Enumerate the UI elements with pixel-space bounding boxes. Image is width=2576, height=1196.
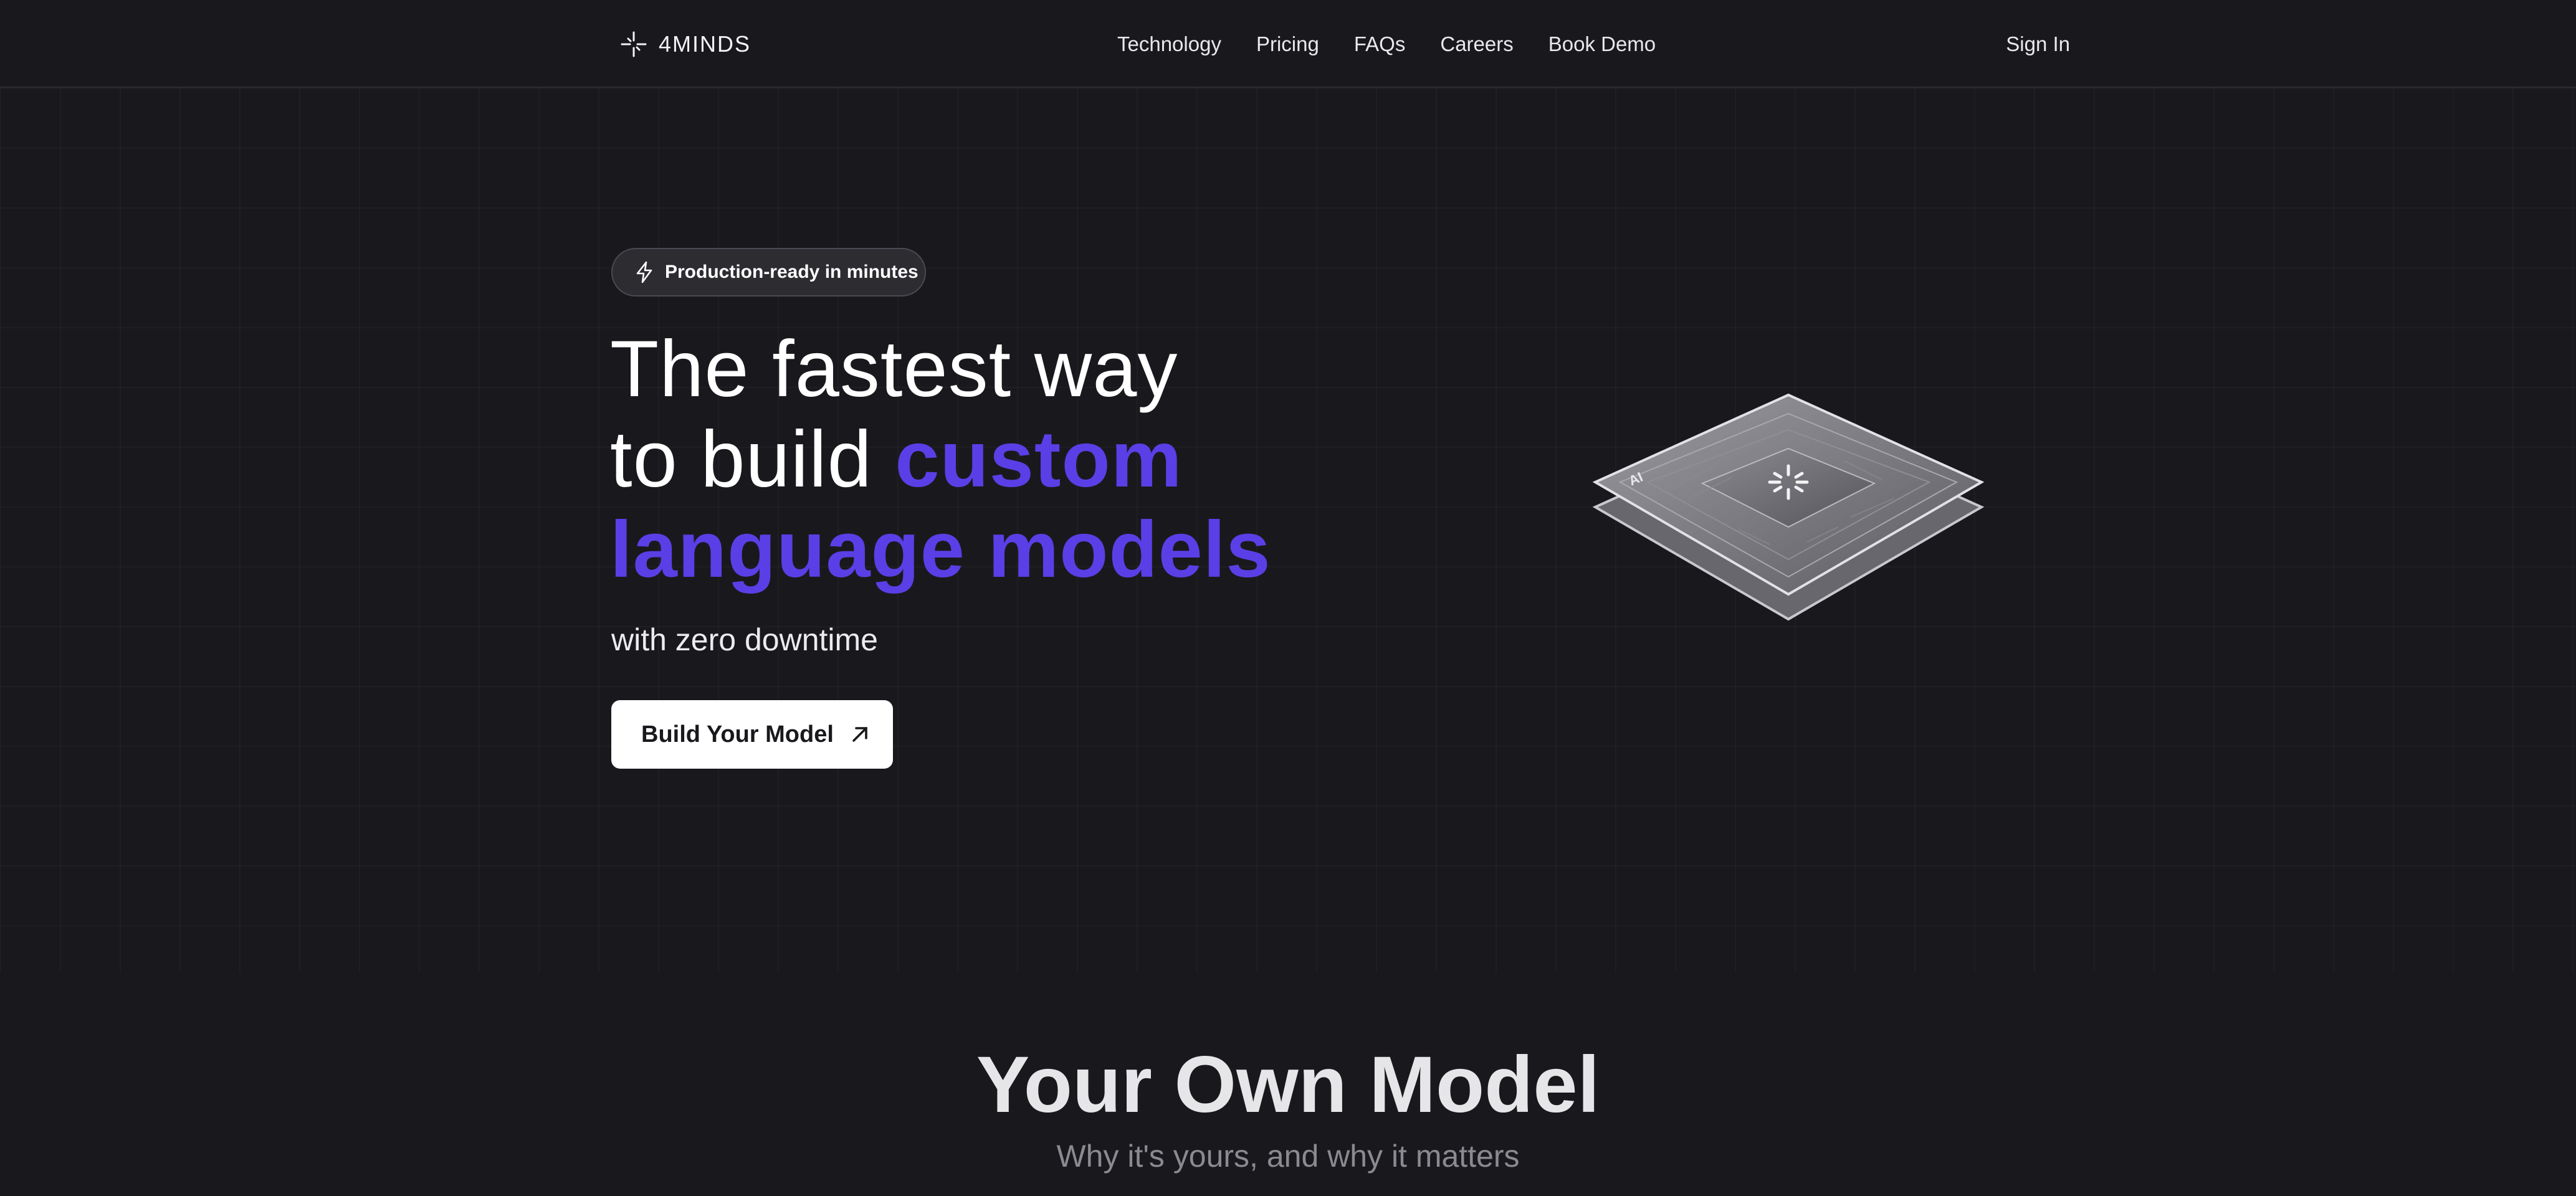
- headline-accent-custom: custom: [895, 415, 1183, 504]
- site-header: 4MINDS Technology Pricing FAQs Careers B…: [0, 0, 2576, 88]
- headline-line-2: to build custom: [610, 414, 1271, 505]
- hero-subheadline: with zero downtime: [611, 622, 878, 657]
- headline-line-1: The fastest way: [610, 325, 1178, 414]
- nav-book-demo[interactable]: Book Demo: [1548, 32, 1656, 56]
- nav-technology[interactable]: Technology: [1117, 32, 1221, 56]
- brand-logo[interactable]: 4MINDS: [620, 27, 751, 61]
- nav-careers[interactable]: Careers: [1440, 32, 1513, 56]
- section-subtitle: Why it's yours, and why it matters: [1056, 1139, 1520, 1174]
- lightning-bolt-icon: [635, 261, 654, 283]
- hero-grid-background: [0, 88, 2576, 972]
- brand-name: 4MINDS: [659, 31, 751, 57]
- production-ready-badge: Production-ready in minutes: [611, 248, 926, 297]
- ai-chip-illustration: AI: [1583, 361, 1994, 635]
- build-your-model-button[interactable]: Build Your Model: [611, 700, 893, 769]
- hero-headline: The fastest way to build custom language…: [610, 324, 1271, 595]
- sign-in-link[interactable]: Sign In: [2006, 32, 2070, 56]
- arrow-up-right-icon: [849, 723, 871, 746]
- nav-faqs[interactable]: FAQs: [1354, 32, 1406, 56]
- cta-label: Build Your Model: [641, 721, 834, 748]
- section-title: Your Own Model: [976, 1040, 1600, 1129]
- sparkle-icon: [620, 31, 647, 58]
- nav-pricing[interactable]: Pricing: [1256, 32, 1319, 56]
- headline-plain-text: to build: [610, 415, 895, 504]
- headline-accent-language-models: language models: [610, 505, 1271, 594]
- main-nav: Technology Pricing FAQs Careers Book Dem…: [1117, 27, 1656, 61]
- badge-label: Production-ready in minutes: [665, 262, 918, 282]
